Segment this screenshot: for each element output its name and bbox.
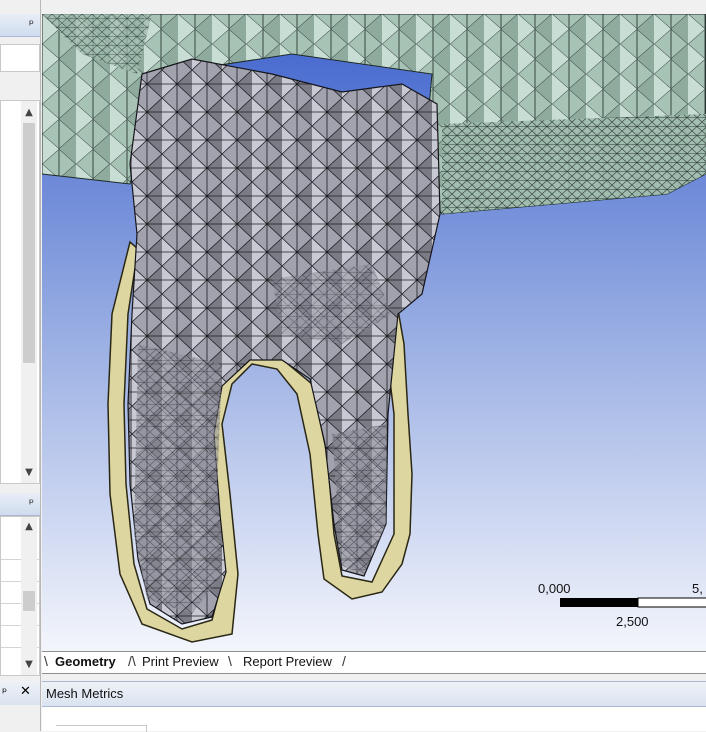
scale-bar-end-label: 5, (692, 581, 703, 596)
details-scrollbar[interactable]: ▲ ▼ (21, 517, 37, 675)
pin-icon[interactable]: ᵖ (29, 17, 34, 31)
tab-separator: \ (228, 653, 232, 669)
scale-bar-start-label: 0,000 (538, 581, 571, 596)
outline-tree[interactable]: ▲ ▼ (0, 100, 40, 484)
pin-icon[interactable]: ᵖ (2, 685, 7, 699)
scrollbar-thumb[interactable] (23, 591, 35, 611)
details-grid[interactable]: ▲ ▼ (0, 516, 40, 676)
scrollbar-thumb[interactable] (23, 123, 35, 363)
mesh-metrics-title: Mesh Metrics (46, 686, 124, 701)
tab-report-preview[interactable]: Report Preview (243, 654, 332, 669)
tab-separator: /\ (128, 653, 136, 669)
view-tab-bar: \ Geometry /\ Print Preview \ Report Pre… (42, 651, 706, 674)
tab-separator: / (342, 653, 346, 669)
chevron-down-icon[interactable]: ▼ (21, 659, 37, 670)
mesh-metrics-header: Mesh Metrics (42, 681, 706, 707)
outline-toolbar (0, 44, 40, 72)
tab-separator: \ (44, 653, 48, 669)
pin-icon[interactable]: ᵖ (29, 496, 34, 510)
scale-bar-mid-label: 2,500 (616, 614, 649, 629)
outline-pane-header: ᵖ (0, 14, 40, 37)
mesh-metrics-body (42, 707, 706, 732)
chevron-up-icon[interactable]: ▲ (21, 107, 37, 118)
outline-scrollbar[interactable]: ▲ ▼ (21, 101, 37, 483)
close-icon[interactable]: ✕ (20, 684, 31, 699)
chevron-up-icon[interactable]: ▲ (21, 521, 37, 532)
tab-print-preview[interactable]: Print Preview (142, 654, 219, 669)
tab-geometry[interactable]: Geometry (55, 654, 116, 669)
graphics-viewport[interactable]: 0,000 5, 2,500 (42, 14, 706, 653)
left-dock-panel: ᵖ ▲ ▼ ᵖ ▲ ▼ ᵖ ✕ (0, 0, 41, 731)
details-pane-header: ᵖ (0, 493, 40, 516)
mesh-metrics-tab-controls: ᵖ ✕ (0, 681, 40, 705)
chevron-down-icon[interactable]: ▼ (21, 467, 37, 478)
